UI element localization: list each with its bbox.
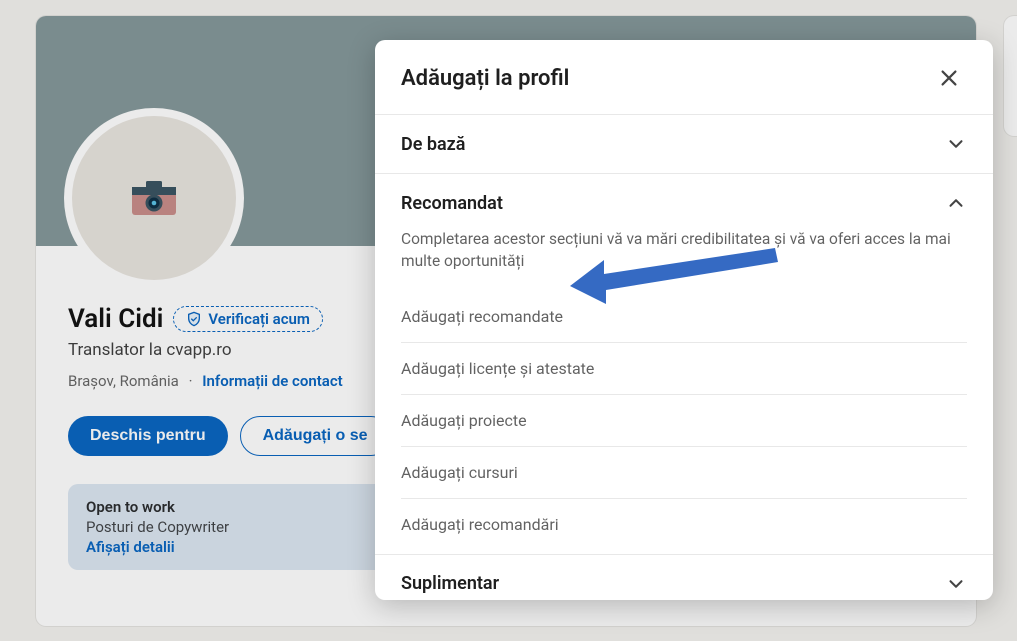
add-courses-item[interactable]: Adăugați cursuri [401, 447, 967, 499]
modal-title: Adăugați la profil [401, 66, 569, 91]
recommended-title: Recomandat [401, 193, 503, 214]
add-featured-item[interactable]: Adăugați recomandate [401, 291, 967, 343]
add-licenses-item[interactable]: Adăugați licențe și atestate [401, 343, 967, 395]
chevron-up-icon[interactable] [945, 192, 967, 214]
chevron-down-icon [945, 133, 967, 155]
section-recommended: Recomandat Completarea acestor secțiuni … [375, 173, 993, 554]
section-basic-label: De bază [401, 134, 465, 155]
close-icon [938, 67, 960, 89]
add-projects-item[interactable]: Adăugați proiecte [401, 395, 967, 447]
chevron-down-icon [945, 573, 967, 595]
recommended-list: Adăugați recomandate Adăugați licențe și… [401, 291, 967, 550]
section-basic[interactable]: De bază [375, 114, 993, 173]
close-button[interactable] [931, 60, 967, 96]
section-additional[interactable]: Suplimentar [375, 554, 993, 613]
recommended-description: Completarea acestor secțiuni vă va mări … [401, 228, 967, 273]
add-to-profile-modal: Adăugați la profil De bază Recomandat Co… [375, 40, 993, 600]
add-recommendations-item[interactable]: Adăugați recomandări [401, 499, 967, 550]
section-additional-label: Suplimentar [401, 573, 499, 594]
